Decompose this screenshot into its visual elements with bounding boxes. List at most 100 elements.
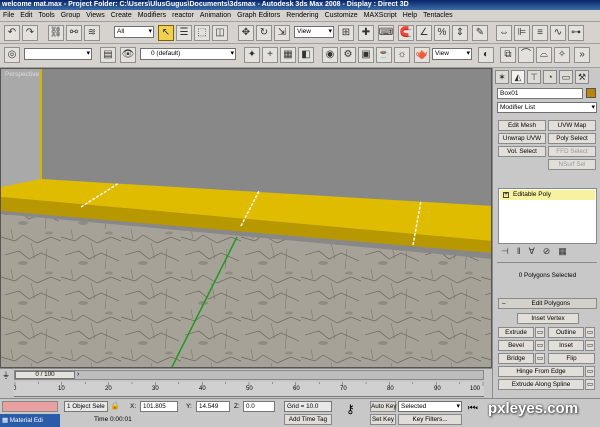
extrude-button[interactable]: Extrude: [498, 327, 534, 338]
show-end-result-icon[interactable]: ‖: [517, 246, 521, 258]
extrude-along-spline-button[interactable]: Extrude Along Spline: [498, 379, 584, 390]
object-color-swatch[interactable]: [586, 88, 596, 98]
material-editor-icon[interactable]: ◉: [322, 47, 338, 63]
ffd-select-button[interactable]: FFD Select: [548, 146, 596, 157]
unlink-icon[interactable]: ⚯: [66, 25, 82, 41]
redo-icon[interactable]: ↷: [22, 25, 38, 41]
unwrap-uvw-button[interactable]: Unwrap UVW: [498, 133, 546, 144]
bevel-button[interactable]: Bevel: [498, 340, 534, 351]
menu-modifiers[interactable]: Modifiers: [135, 10, 169, 21]
key-filters-button[interactable]: Key Filters...: [398, 414, 462, 425]
menu-views[interactable]: Views: [83, 10, 108, 21]
prev-frame-icon[interactable]: ◂: [474, 403, 478, 412]
spinner-snap-icon[interactable]: ⇕: [452, 25, 468, 41]
weld-icon[interactable]: ✧: [554, 47, 570, 63]
window-crossing-icon[interactable]: ◫: [212, 25, 228, 41]
inset-button[interactable]: Inset: [548, 340, 584, 351]
mini-curve-editor-icon[interactable]: ⏚: [2, 370, 12, 380]
add-to-layer-icon[interactable]: +: [262, 47, 278, 63]
display-tab-icon[interactable]: ▭: [559, 70, 573, 84]
maxscript-listener[interactable]: [2, 401, 58, 412]
hinge-settings-icon[interactable]: ▭: [585, 366, 595, 377]
menu-graph-editors[interactable]: Graph Editors: [234, 10, 283, 21]
keyboard-shortcut-icon[interactable]: ⌨: [378, 25, 394, 41]
menu-tentacles[interactable]: Tentacles: [420, 10, 456, 21]
create-tab-icon[interactable]: ✶: [495, 70, 509, 84]
next-frame-icon[interactable]: ›: [77, 371, 79, 379]
render-view-dropdown[interactable]: View: [432, 48, 472, 60]
object-name-field[interactable]: Box01: [497, 88, 583, 99]
track-bar[interactable]: 0 10 20 30 40 50 60 70 80 90 100: [14, 382, 484, 397]
flip-button[interactable]: Flip: [548, 353, 595, 364]
menu-maxscript[interactable]: MAXScript: [361, 10, 400, 21]
snapshot-icon[interactable]: ◎: [4, 47, 20, 63]
nsurf-sel-button[interactable]: NSurf Sel: [548, 159, 596, 170]
rectangular-region-icon[interactable]: ⬚: [194, 25, 210, 41]
time-slider[interactable]: 0 / 100 ›: [14, 370, 484, 380]
add-time-tag-button[interactable]: Add Time Tag: [284, 414, 332, 425]
motion-tab-icon[interactable]: ◔: [543, 70, 557, 84]
manipulate-icon[interactable]: ✚: [358, 25, 374, 41]
menu-animation[interactable]: Animation: [197, 10, 234, 21]
x-coord-field[interactable]: 101.805: [140, 401, 178, 412]
menu-file[interactable]: File: [0, 10, 17, 21]
key-mode-dropdown[interactable]: Selected: [398, 401, 462, 412]
layer-dropdown[interactable]: 0 (default): [140, 48, 236, 60]
modifier-list-dropdown[interactable]: Modifier List: [497, 102, 597, 113]
menu-create[interactable]: Create: [108, 10, 135, 21]
inset-settings-icon[interactable]: ▭: [585, 340, 595, 351]
vol-select-button[interactable]: Vol. Select: [498, 146, 546, 157]
menu-customize[interactable]: Customize: [322, 10, 361, 21]
make-unique-icon[interactable]: ∀: [529, 246, 535, 258]
expand-icon[interactable]: +: [503, 192, 509, 198]
menu-tools[interactable]: Tools: [35, 10, 57, 21]
named-selection-icon[interactable]: ✎: [472, 25, 488, 41]
edit-polygons-rollout[interactable]: – Edit Polygons: [498, 298, 597, 309]
inset-vertex-button[interactable]: Inset Vertex: [517, 313, 579, 324]
viewport-label[interactable]: Perspective: [5, 71, 39, 78]
hinge-from-edge-button[interactable]: Hinge From Edge: [498, 366, 584, 377]
move-icon[interactable]: ✥: [238, 25, 254, 41]
extrude-settings-icon[interactable]: ▭: [535, 327, 545, 338]
clone-icon[interactable]: ⧉: [500, 47, 516, 63]
environment-icon[interactable]: ☼: [394, 47, 410, 63]
render-frame-icon[interactable]: ▣: [358, 47, 374, 63]
menu-reactor[interactable]: reactor: [169, 10, 197, 21]
named-selection-set-dropdown[interactable]: [24, 48, 92, 60]
key-icon[interactable]: ⚷: [346, 403, 355, 415]
utilities-tab-icon[interactable]: ⚒: [575, 70, 589, 84]
extrude-spline-settings-icon[interactable]: ▭: [585, 379, 595, 390]
reference-coord-dropdown[interactable]: View: [294, 26, 334, 38]
visibility-icon[interactable]: 👁: [120, 47, 136, 63]
toolbar-more-icon[interactable]: »: [574, 47, 590, 63]
render-setup-icon[interactable]: ⚙: [340, 47, 356, 63]
rotate-icon[interactable]: ↻: [256, 25, 272, 41]
pin-stack-icon[interactable]: ⊣: [501, 246, 509, 258]
taskbar-material-editor[interactable]: ▦ Material Edi: [0, 414, 60, 427]
set-current-layer-icon[interactable]: ◧: [298, 47, 314, 63]
bridge-settings-icon[interactable]: ▭: [535, 353, 545, 364]
y-coord-field[interactable]: 14.549: [196, 401, 230, 412]
poly-select-button[interactable]: Poly Select: [548, 133, 596, 144]
select-object-icon[interactable]: ↖: [158, 25, 174, 41]
configure-sets-icon[interactable]: ▦: [558, 246, 567, 258]
align-icon[interactable]: ⊫: [514, 25, 530, 41]
selection-filter-dropdown[interactable]: All: [114, 26, 154, 38]
uvw-map-button[interactable]: UVW Map: [548, 120, 596, 131]
bridge-button[interactable]: Bridge: [498, 353, 534, 364]
hierarchy-tab-icon[interactable]: ⊤: [527, 70, 541, 84]
quick-render-icon[interactable]: ☕: [376, 47, 392, 63]
set-key-button[interactable]: Set Key: [370, 414, 396, 425]
menu-group[interactable]: Group: [58, 10, 83, 21]
z-coord-field[interactable]: 0.0: [243, 401, 275, 412]
lock-selection-icon[interactable]: 🔒: [110, 401, 120, 412]
stack-item-editable-poly[interactable]: + Editable Poly: [500, 190, 595, 200]
layers-icon[interactable]: ▤: [100, 47, 116, 63]
curve-editor-icon[interactable]: ∿: [550, 25, 566, 41]
layer-manager-icon[interactable]: ≡: [532, 25, 548, 41]
percent-snap-icon[interactable]: %: [434, 25, 450, 41]
edit-mesh-button[interactable]: Edit Mesh: [498, 120, 546, 131]
select-by-name-icon[interactable]: ☰: [176, 25, 192, 41]
auto-key-button[interactable]: Auto Key: [370, 401, 397, 412]
outline-settings-icon[interactable]: ▭: [585, 327, 595, 338]
